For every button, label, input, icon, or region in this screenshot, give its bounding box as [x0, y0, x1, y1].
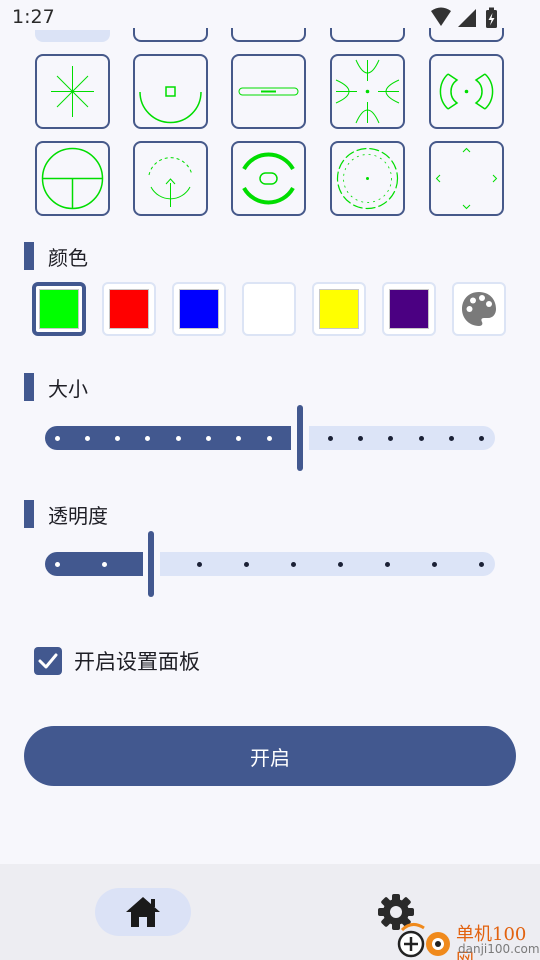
reticle-option-cross-arc[interactable]: [330, 54, 405, 129]
swatch-fill: [389, 289, 429, 329]
slider-tick: [102, 562, 107, 567]
color-swatch-blue[interactable]: [172, 282, 226, 336]
bracket-dot-icon: [439, 73, 494, 110]
slider-tick: [432, 562, 437, 567]
size-section-title: 大小: [48, 376, 88, 401]
section-marker: [24, 373, 34, 401]
size-section-header: 大小: [24, 372, 88, 402]
reticle-option-dotted-circle[interactable]: [330, 141, 405, 216]
cross-arc-icon: [335, 59, 400, 124]
wifi-icon: [431, 7, 451, 26]
opacity-slider-inactive-track: [160, 552, 495, 576]
slider-tick: [236, 436, 241, 441]
swatch-fill: [319, 289, 359, 329]
settings-panel-option[interactable]: 开启设置面板: [34, 646, 200, 676]
battery-charging-icon: [486, 7, 497, 28]
color-section-header: 颜色: [24, 241, 88, 271]
checkmark-icon: [38, 653, 58, 669]
reticle-option-partial[interactable]: [133, 28, 208, 42]
swatch-fill: [109, 289, 149, 329]
horizontal-line-icon: [238, 87, 299, 96]
reticle-option-partial[interactable]: [231, 28, 306, 42]
reticle-option-crosshair-star[interactable]: [35, 54, 110, 129]
crosshair-star-icon: [51, 66, 94, 117]
color-section-title: 颜色: [48, 245, 88, 270]
nav-home-button[interactable]: [95, 888, 191, 936]
section-marker: [24, 242, 34, 270]
reticle-option-four-chevrons[interactable]: [429, 141, 504, 216]
slider-tick: [385, 562, 390, 567]
color-swatch-yellow[interactable]: [312, 282, 366, 336]
slider-tick: [206, 436, 211, 441]
swatch-fill: [179, 289, 219, 329]
status-icons: [431, 7, 497, 28]
slider-tick: [449, 436, 454, 441]
reticle-option-dashed-circle-chevron[interactable]: [133, 141, 208, 216]
color-swatch-white[interactable]: [242, 282, 296, 336]
color-swatch-green[interactable]: [32, 282, 86, 336]
watermark: 单机100网 danji100.com: [390, 914, 540, 960]
arc-dot-icon: [139, 86, 202, 124]
watermark-url: danji100.com: [458, 942, 540, 956]
circle-cross-icon: [41, 147, 104, 210]
size-slider-inactive-track: [309, 426, 495, 450]
slider-tick: [328, 436, 333, 441]
slider-tick: [244, 562, 249, 567]
slider-tick: [176, 436, 181, 441]
opacity-section-header: 透明度: [24, 499, 108, 529]
signal-icon: [458, 9, 476, 27]
slider-tick: [479, 436, 484, 441]
reticle-option-partial[interactable]: [330, 28, 405, 42]
color-swatch-red[interactable]: [102, 282, 156, 336]
watermark-logo-icon: [397, 923, 450, 958]
home-icon: [126, 897, 160, 927]
opacity-slider-thumb[interactable]: [148, 531, 154, 597]
four-chevrons-icon: [435, 147, 498, 210]
reticle-option-arc-dot[interactable]: [133, 54, 208, 129]
slider-tick: [358, 436, 363, 441]
size-slider-thumb[interactable]: [297, 405, 303, 471]
slider-tick: [419, 436, 424, 441]
reticle-option-horizontal-line[interactable]: [231, 54, 306, 129]
slider-tick: [55, 562, 60, 567]
opacity-section-title: 透明度: [48, 503, 108, 528]
slider-tick: [85, 436, 90, 441]
status-time: 1:27: [12, 6, 55, 28]
opacity-slider[interactable]: [45, 531, 495, 597]
bottom-nav: 单机100网 danji100.com: [0, 864, 540, 960]
slider-tick: [145, 436, 150, 441]
slider-tick: [338, 562, 343, 567]
settings-panel-label: 开启设置面板: [74, 650, 200, 674]
slider-tick: [115, 436, 120, 441]
reticle-option-circle-cross[interactable]: [35, 141, 110, 216]
dashed-circle-chevron-icon: [148, 157, 193, 207]
size-slider[interactable]: [45, 405, 495, 471]
slider-tick: [267, 436, 272, 441]
start-button[interactable]: 开启: [24, 726, 516, 786]
slider-tick: [55, 436, 60, 441]
dotted-circle-icon: [336, 147, 399, 210]
palette-icon: [462, 292, 496, 326]
size-slider-active-track: [45, 426, 291, 450]
custom-color-button[interactable]: [452, 282, 506, 336]
slider-tick: [479, 562, 484, 567]
reticle-option-bracket-dot[interactable]: [429, 54, 504, 129]
color-swatch-purple[interactable]: [382, 282, 436, 336]
swatch-fill: [39, 289, 79, 329]
slider-tick: [388, 436, 393, 441]
slider-tick: [291, 562, 296, 567]
ring-oval-icon: [242, 152, 295, 205]
settings-panel-checkbox[interactable]: [34, 647, 62, 675]
reticle-option-ring-oval[interactable]: [231, 141, 306, 216]
section-marker: [24, 500, 34, 528]
reticle-option-partial[interactable]: [429, 28, 504, 42]
slider-tick: [197, 562, 202, 567]
swatch-fill: [249, 289, 289, 329]
reticle-option-selected-partial[interactable]: [35, 30, 110, 42]
